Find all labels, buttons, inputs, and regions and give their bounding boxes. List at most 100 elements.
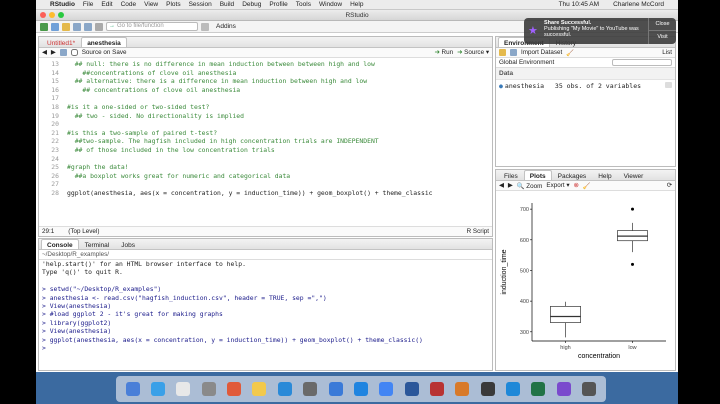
new-project-icon[interactable] [51,22,59,31]
menu-plots[interactable]: Plots [166,1,180,8]
new-file-icon[interactable] [40,22,48,31]
menu-profile[interactable]: Profile [269,1,287,8]
import-dataset-button[interactable]: Import Dataset [521,49,562,56]
print-icon[interactable] [95,22,103,31]
appstore2-icon[interactable] [353,382,368,396]
menu-build[interactable]: Build [220,1,234,8]
scope-selector[interactable]: (Top Level) [68,228,99,235]
tab-jobs[interactable]: Jobs [115,239,141,249]
photos-icon[interactable] [201,382,216,396]
global-env-selector[interactable]: Global Environment [499,59,554,66]
code-line: 22 ##two-sample. The hagfish included in… [39,137,492,146]
trash-icon[interactable] [582,382,597,396]
word-icon[interactable] [404,382,419,396]
imovie-icon[interactable] [556,382,571,396]
code-line: 25 #graph the data! [39,163,492,172]
save-icon[interactable] [73,22,81,31]
editor-pane: Untitled1* anesthesia ◀ ▶ Source on Save… [38,36,493,237]
expand-icon[interactable]: ● [499,82,503,90]
app-icon[interactable] [455,382,470,396]
menubar-user[interactable]: Charlene McCord [613,1,664,8]
back-arrow-icon[interactable]: ◀ [42,49,47,56]
code-line: 24 [39,155,492,164]
tab-packages[interactable]: Packages [552,170,593,180]
app2-icon[interactable] [480,382,495,396]
notification-visit-button[interactable]: Visit [649,31,676,44]
tab-help[interactable]: Help [592,170,617,180]
chrome-icon[interactable] [379,382,394,396]
menu-window[interactable]: Window [319,1,342,8]
save-workspace-icon[interactable] [510,49,517,56]
menu-tools[interactable]: Tools [296,1,311,8]
env-row-anesthesia[interactable]: ● anesthesia 35 obs. of 2 variables [496,80,675,92]
addins-menu[interactable]: Addins [216,23,236,30]
outlook-icon[interactable] [506,382,521,396]
refresh-icon[interactable]: ⟳ [667,182,672,189]
line-number: 21 [51,128,59,137]
run-button[interactable]: ➜ Run [435,49,454,56]
load-workspace-icon[interactable] [499,49,506,56]
line-number: 13 [51,60,59,68]
file-type-selector[interactable]: R Script [467,228,489,235]
tab-viewer[interactable]: Viewer [618,170,650,180]
code-text: ## concentrations of clove oil anesthesi… [67,85,241,94]
code-line: 21 #is this a two-sample of paired t-test… [39,129,492,138]
line-number: 27 [51,180,59,189]
r-icon[interactable] [328,382,343,396]
save-doc-icon[interactable] [59,49,67,56]
notification-close-button[interactable]: Close [649,18,676,31]
close-window-icon[interactable] [40,12,46,18]
notification-banner[interactable]: ★ Share Successful. Publishing "My Movie… [524,18,676,44]
editor-status-bar: 29:1 (Top Level) R Script [39,226,492,236]
clear-plots-icon[interactable]: 🧹 [583,182,591,190]
tab-console[interactable]: Console [41,239,79,249]
list-view-button[interactable]: List [662,49,672,56]
grid-icon[interactable] [201,22,209,31]
code-line: 15 ## alternative: there is a difference… [39,77,492,86]
remove-plot-icon[interactable]: ⊗ [574,182,579,189]
launchpad-icon[interactable] [151,382,166,396]
prev-plot-icon[interactable]: ◀ [499,182,504,189]
menu-session[interactable]: Session [189,1,212,8]
next-plot-icon[interactable]: ▶ [508,182,513,189]
menu-view[interactable]: View [144,1,158,8]
zoom-button[interactable]: 🔍 Zoom [517,182,543,190]
rstudio-icon[interactable] [303,382,318,396]
safari-icon[interactable] [176,382,191,396]
menu-help[interactable]: Help [350,1,363,8]
code-area[interactable]: 13 ## null: there is no difference in me… [39,58,492,227]
menu-app-name[interactable]: RStudio [50,1,75,8]
minimize-window-icon[interactable] [49,12,55,18]
goto-file-input[interactable]: Go to file/function [106,22,198,31]
console-output[interactable]: 'help.start()' for an HTML browser inter… [39,260,492,352]
view-table-icon[interactable] [665,82,672,88]
open-file-icon[interactable] [62,22,70,31]
save-all-icon[interactable] [84,22,92,31]
tab-files[interactable]: Files [498,170,524,180]
zoom-window-icon[interactable] [58,12,64,18]
menu-edit[interactable]: Edit [101,1,112,8]
menu-file[interactable]: File [83,1,93,8]
source-on-save-checkbox[interactable] [70,49,78,56]
environment-search-input[interactable] [612,59,672,66]
menu-code[interactable]: Code [121,1,137,8]
imovie-star-icon: ★ [528,25,538,37]
finder-icon[interactable] [125,382,140,396]
broom-icon[interactable]: 🧹 [566,49,574,57]
code-text: ##two-sample. The hagfish included in hi… [67,137,379,146]
appstore-icon[interactable] [277,382,292,396]
environment-pane: Environment History Import Dataset 🧹 Lis… [495,36,676,167]
code-line: 26 ##a boxplot works great for numeric a… [39,172,492,181]
tab-plots[interactable]: Plots [523,170,552,180]
acrobat-icon[interactable] [429,382,444,396]
tab-untitled1[interactable]: Untitled1* [41,37,81,47]
tab-anesthesia[interactable]: anesthesia [81,37,127,47]
calendar-icon[interactable] [227,382,242,396]
menu-debug[interactable]: Debug [242,1,261,8]
export-button[interactable]: Export ▾ [546,182,569,189]
source-button[interactable]: ➜ Source ▾ [457,49,489,56]
tab-terminal[interactable]: Terminal [79,239,116,249]
excel-icon[interactable] [531,382,546,396]
forward-arrow-icon[interactable]: ▶ [51,49,56,56]
notes-icon[interactable] [252,382,267,396]
